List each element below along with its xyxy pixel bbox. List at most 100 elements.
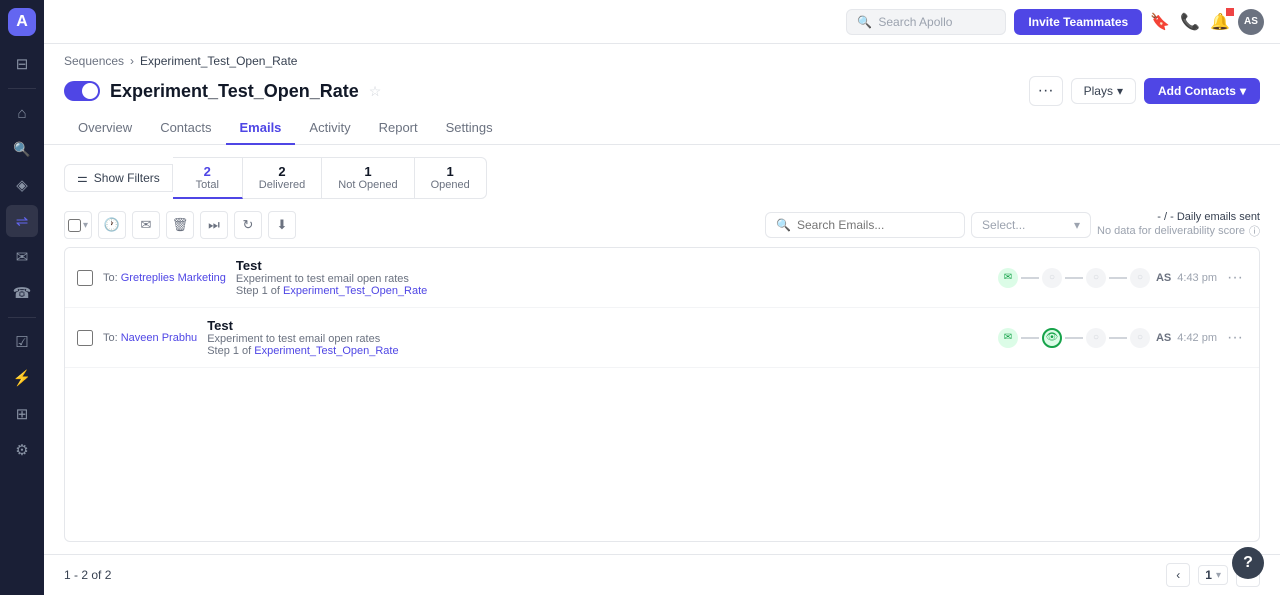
email-desc-2: Experiment to test email open rates: [207, 333, 988, 345]
checkbox-input[interactable]: [68, 219, 81, 232]
main-area: 🔍 Search Apollo Invite Teammates 🔖 📞 🔔 A…: [44, 0, 1280, 595]
emails-toolbar: ▾ 🕐 ✉ 🗑 ⏭ ↻ ⬇ 🔍 Select... ▾ - / - D: [64, 211, 1260, 239]
deliverability-title: - / - Daily emails sent: [1157, 211, 1260, 223]
emails-table: To: Gretreplies Marketing Test Experimen…: [64, 247, 1260, 542]
sidebar-divider-1: [8, 88, 36, 89]
add-contacts-button[interactable]: Add Contacts ▾: [1144, 78, 1260, 104]
tab-report[interactable]: Report: [365, 112, 432, 145]
email-more-button-1[interactable]: ···: [1223, 269, 1247, 287]
tab-contacts[interactable]: Contacts: [146, 112, 225, 145]
bookmark-icon[interactable]: 🔖: [1150, 12, 1170, 32]
sidebar-item-lightning[interactable]: ⚡: [6, 362, 38, 394]
row-checkbox-2[interactable]: [77, 330, 93, 346]
connector-2c: [1109, 337, 1127, 339]
avatar[interactable]: AS: [1238, 9, 1264, 35]
email-sequence-link-2[interactable]: Experiment_Test_Open_Rate: [254, 345, 398, 357]
sidebar-item-tasks[interactable]: ☑: [6, 326, 38, 358]
email-sequence-link-1[interactable]: Experiment_Test_Open_Rate: [283, 285, 427, 297]
download-button[interactable]: ⬇: [268, 211, 296, 239]
tabs-bar: Overview Contacts Emails Activity Report…: [44, 112, 1280, 145]
more-options-button[interactable]: ···: [1029, 76, 1063, 106]
page-content: Sequences › Experiment_Test_Open_Rate Ex…: [44, 44, 1280, 595]
tab-settings[interactable]: Settings: [432, 112, 507, 145]
sidebar-item-sequences[interactable]: ⇌: [6, 205, 38, 237]
sequence-toggle[interactable]: [64, 81, 100, 101]
row-checkbox-1[interactable]: [77, 270, 93, 286]
plays-chevron-icon: ▾: [1117, 84, 1123, 98]
connector-1b: [1065, 277, 1083, 279]
refresh-button[interactable]: ↻: [234, 211, 262, 239]
help-button[interactable]: ?: [1232, 547, 1264, 579]
filter-tab-delivered[interactable]: 2 Delivered: [243, 157, 322, 199]
deliverability-sub-text: No data for deliverability score: [1097, 225, 1245, 237]
breadcrumb-separator: ›: [130, 54, 134, 68]
search-box[interactable]: 🔍 Search Apollo: [846, 9, 1006, 35]
email-step-2: Step 1 of Experiment_Test_Open_Rate: [207, 345, 988, 357]
sidebar-item-tags[interactable]: ◈: [6, 169, 38, 201]
page-header: Experiment_Test_Open_Rate ☆ ··· Plays ▾ …: [44, 68, 1280, 106]
filter-tab-not-opened[interactable]: 1 Not Opened: [322, 157, 414, 199]
tab-emails[interactable]: Emails: [226, 112, 296, 145]
history-button[interactable]: 🕐: [98, 211, 126, 239]
email-search-input[interactable]: [797, 218, 954, 232]
sidebar-collapse-icon[interactable]: ⊟: [6, 48, 38, 80]
skip-button[interactable]: ⏭: [200, 211, 228, 239]
status-icons-1: ✉ ○ ○ ○: [998, 268, 1150, 288]
email-to-1: To: Gretreplies Marketing: [103, 272, 226, 284]
email-more-button-2[interactable]: ···: [1223, 329, 1247, 347]
show-filters-label: Show Filters: [94, 171, 160, 185]
status-4-2: ○: [1130, 328, 1150, 348]
email-recipient-link-1[interactable]: Gretreplies Marketing: [121, 272, 226, 284]
notification-icon[interactable]: 🔔: [1210, 12, 1230, 32]
pagination-caret-icon[interactable]: ▾: [1216, 570, 1221, 581]
filter-icon: ⚌: [77, 171, 88, 185]
connector-1c: [1109, 277, 1127, 279]
sidebar: A ⊟ ⌂ 🔍 ◈ ⇌ ✉ ☎ ☑ ⚡ ⊞ ⚙: [0, 0, 44, 595]
email-search-box[interactable]: 🔍: [765, 212, 965, 238]
sidebar-item-phone[interactable]: ☎: [6, 277, 38, 309]
sidebar-item-settings[interactable]: ⚙: [6, 434, 38, 466]
email-subject-2: Test: [207, 318, 988, 333]
page-title: Experiment_Test_Open_Rate: [110, 81, 359, 102]
sidebar-item-home[interactable]: ⌂: [6, 97, 38, 129]
filter-tab-total[interactable]: 2 Total: [173, 157, 243, 199]
phone-icon[interactable]: 📞: [1180, 12, 1200, 32]
pagination: 1 - 2 of 2 ‹ 1 ▾ ›: [44, 554, 1280, 595]
email-step-1: Step 1 of Experiment_Test_Open_Rate: [236, 285, 988, 297]
pagination-prev-button[interactable]: ‹: [1166, 563, 1190, 587]
filter-notopened-num: 1: [338, 164, 397, 179]
email-user-1: AS: [1156, 272, 1171, 284]
breadcrumb: Sequences › Experiment_Test_Open_Rate: [44, 44, 1280, 68]
toggle-dot: [82, 83, 98, 99]
filter-total-label: Total: [189, 179, 226, 191]
favorite-star-icon[interactable]: ☆: [369, 83, 382, 100]
email-body-1: Test Experiment to test email open rates…: [236, 258, 988, 297]
checkbox-caret-icon[interactable]: ▾: [83, 220, 88, 231]
invite-teammates-button[interactable]: Invite Teammates: [1014, 9, 1142, 35]
plays-label: Plays: [1084, 84, 1113, 98]
sidebar-item-mail[interactable]: ✉: [6, 241, 38, 273]
filter-notopened-label: Not Opened: [338, 179, 397, 191]
tab-overview[interactable]: Overview: [64, 112, 146, 145]
app-logo[interactable]: A: [8, 8, 36, 36]
show-filters-button[interactable]: ⚌ Show Filters: [64, 164, 173, 192]
sidebar-item-search[interactable]: 🔍: [6, 133, 38, 165]
tab-activity[interactable]: Activity: [295, 112, 364, 145]
delete-button[interactable]: 🗑: [166, 211, 194, 239]
table-row: To: Gretreplies Marketing Test Experimen…: [65, 248, 1259, 308]
sidebar-item-grid[interactable]: ⊞: [6, 398, 38, 430]
status-select[interactable]: Select... ▾: [971, 212, 1091, 238]
add-contacts-label: Add Contacts: [1158, 84, 1236, 98]
email-subject-1: Test: [236, 258, 988, 273]
select-placeholder: Select...: [982, 218, 1025, 232]
email-time-1: 4:43 pm: [1177, 272, 1217, 284]
breadcrumb-parent[interactable]: Sequences: [64, 54, 124, 68]
plays-button[interactable]: Plays ▾: [1071, 78, 1136, 104]
filter-tab-opened[interactable]: 1 Opened: [415, 157, 487, 199]
filter-row: ⚌ Show Filters 2 Total 2 Delivered 1 Not…: [64, 157, 1260, 199]
status-4-1: ○: [1130, 268, 1150, 288]
email-button[interactable]: ✉: [132, 211, 160, 239]
select-all-checkbox[interactable]: ▾: [64, 211, 92, 239]
email-recipient-link-2[interactable]: Naveen Prabhu: [121, 332, 197, 344]
info-icon[interactable]: ⓘ: [1249, 223, 1260, 239]
